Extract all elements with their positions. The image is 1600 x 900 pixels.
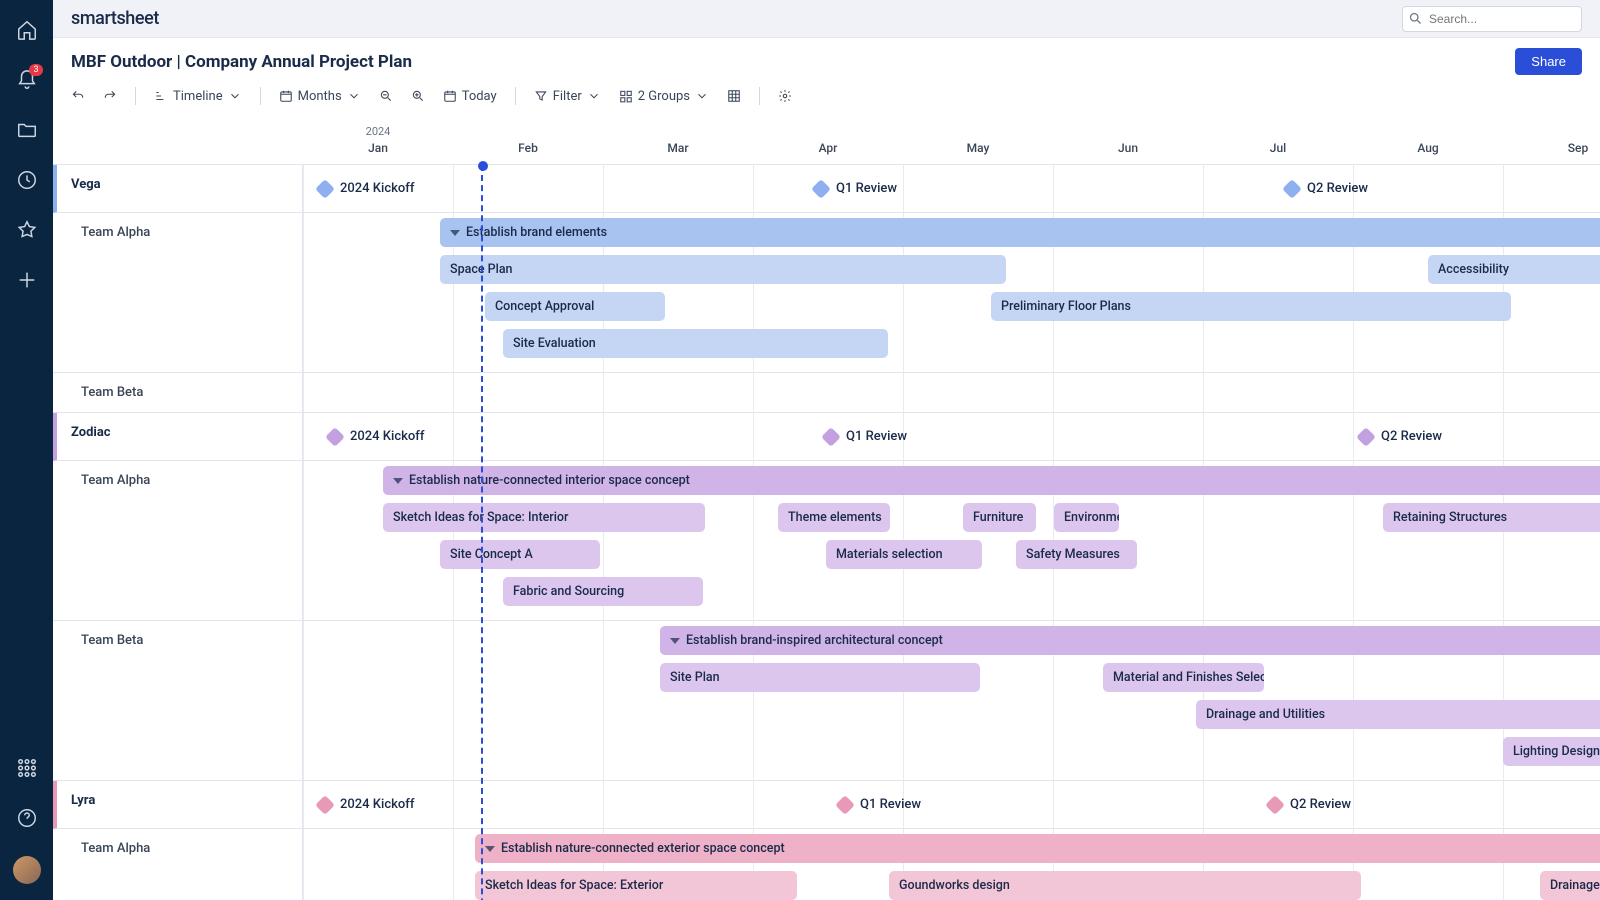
task-bar[interactable]: Establish brand-inspired architectural c…: [660, 626, 1600, 655]
today-indicator: [481, 165, 483, 900]
redo-button[interactable]: [103, 89, 117, 103]
share-button[interactable]: Share: [1515, 48, 1582, 75]
task-bar[interactable]: Concept Approval: [485, 292, 665, 321]
project-label-vega[interactable]: Vega: [53, 165, 303, 213]
recent-icon[interactable]: [15, 168, 39, 192]
task-bar[interactable]: Establish nature-connected exterior spac…: [475, 834, 1600, 863]
task-bar[interactable]: Drainage and Utilities: [1196, 700, 1600, 729]
milestone[interactable]: Q1 Review: [824, 429, 907, 444]
task-bar[interactable]: Site Plan: [660, 663, 980, 692]
notification-badge: 3: [29, 64, 42, 76]
zoom-in-button[interactable]: [411, 89, 425, 103]
doc-title: MBF Outdoor | Company Annual Project Pla…: [71, 52, 412, 72]
chevron-down-icon: [587, 89, 601, 103]
team-label[interactable]: Team Beta: [53, 621, 303, 781]
search-input[interactable]: [1402, 6, 1582, 32]
left-rail: 3: [0, 0, 53, 900]
team-label[interactable]: Team Alpha: [53, 829, 303, 900]
task-bar[interactable]: Drainage and Utili: [1540, 871, 1600, 900]
project-label-lyra[interactable]: Lyra: [53, 781, 303, 829]
task-bar[interactable]: Establish brand elements: [440, 218, 1600, 247]
project-label-zodiac[interactable]: Zodiac: [53, 413, 303, 461]
collapse-icon[interactable]: [393, 478, 403, 484]
search-icon: [1408, 11, 1423, 26]
task-bar[interactable]: Sketch Ideas for Space: Exterior: [475, 871, 797, 900]
milestone[interactable]: 2024 Kickoff: [318, 797, 414, 812]
collapse-icon[interactable]: [670, 638, 680, 644]
task-bar[interactable]: Lighting Design: [1503, 737, 1600, 766]
chevron-down-icon: [347, 89, 361, 103]
task-bar[interactable]: Environmental Considerations: [1054, 503, 1119, 532]
apps-icon[interactable]: [15, 756, 39, 780]
team-label[interactable]: Team Alpha: [53, 461, 303, 621]
star-icon[interactable]: [15, 218, 39, 242]
task-bar[interactable]: Material and Finishes Selection: [1103, 663, 1264, 692]
task-bar[interactable]: Establish nature-connected interior spac…: [383, 466, 1600, 495]
timeline: 2024 Jan Feb Mar Apr May Jun Jul Aug Sep: [53, 115, 1600, 900]
team-label[interactable]: Team Beta: [53, 373, 303, 413]
folder-icon[interactable]: [15, 118, 39, 142]
task-bar[interactable]: Furniture: [963, 503, 1036, 532]
help-icon[interactable]: [15, 806, 39, 830]
milestone[interactable]: Q2 Review: [1359, 429, 1442, 444]
settings-icon[interactable]: [778, 89, 792, 103]
search-box: [1402, 6, 1582, 32]
collapse-icon[interactable]: [450, 230, 460, 236]
task-bar[interactable]: Theme elements: [778, 503, 890, 532]
home-icon[interactable]: [15, 18, 39, 42]
zoom-out-button[interactable]: [379, 89, 393, 103]
chevron-down-icon: [695, 89, 709, 103]
task-bar[interactable]: Sketch Ideas for Space: Interior: [383, 503, 705, 532]
logo: smartsheet: [71, 8, 159, 29]
groups-button[interactable]: 2 Groups: [619, 89, 709, 104]
task-bar[interactable]: Materials selection: [826, 540, 982, 569]
collapse-icon[interactable]: [485, 846, 495, 852]
milestone[interactable]: Q2 Review: [1285, 181, 1368, 196]
task-bar[interactable]: Space Plan: [440, 255, 1006, 284]
today-button[interactable]: Today: [443, 89, 497, 104]
undo-button[interactable]: [71, 89, 85, 103]
task-bar[interactable]: Fabric and Sourcing: [503, 577, 703, 606]
topbar: smartsheet: [53, 0, 1600, 37]
time-header: 2024 Jan Feb Mar Apr May Jun Jul Aug Sep: [53, 115, 1600, 165]
team-label[interactable]: Team Alpha: [53, 213, 303, 373]
milestone[interactable]: Q1 Review: [814, 181, 897, 196]
task-bar[interactable]: Preliminary Floor Plans: [991, 292, 1511, 321]
grid-icon[interactable]: [727, 89, 741, 103]
task-bar[interactable]: Site Concept A: [440, 540, 600, 569]
task-bar[interactable]: Site Evaluation: [503, 329, 888, 358]
milestone[interactable]: Q1 Review: [838, 797, 921, 812]
chevron-down-icon: [228, 89, 242, 103]
notifications-icon[interactable]: 3: [15, 68, 39, 92]
task-bar[interactable]: Retaining Structures: [1383, 503, 1600, 532]
milestone[interactable]: 2024 Kickoff: [328, 429, 424, 444]
scale-dropdown[interactable]: Months: [279, 89, 361, 104]
filter-button[interactable]: Filter: [534, 89, 601, 104]
milestone[interactable]: Q2 Review: [1268, 797, 1351, 812]
add-icon[interactable]: [15, 268, 39, 292]
view-switcher[interactable]: Timeline: [154, 89, 242, 104]
task-bar[interactable]: Safety Measures: [1016, 540, 1137, 569]
document-header: MBF Outdoor | Company Annual Project Pla…: [53, 37, 1600, 115]
milestone[interactable]: 2024 Kickoff: [318, 181, 414, 196]
task-bar[interactable]: Goundworks design: [889, 871, 1361, 900]
task-bar[interactable]: Accessibility: [1428, 255, 1600, 284]
avatar[interactable]: [13, 856, 41, 884]
